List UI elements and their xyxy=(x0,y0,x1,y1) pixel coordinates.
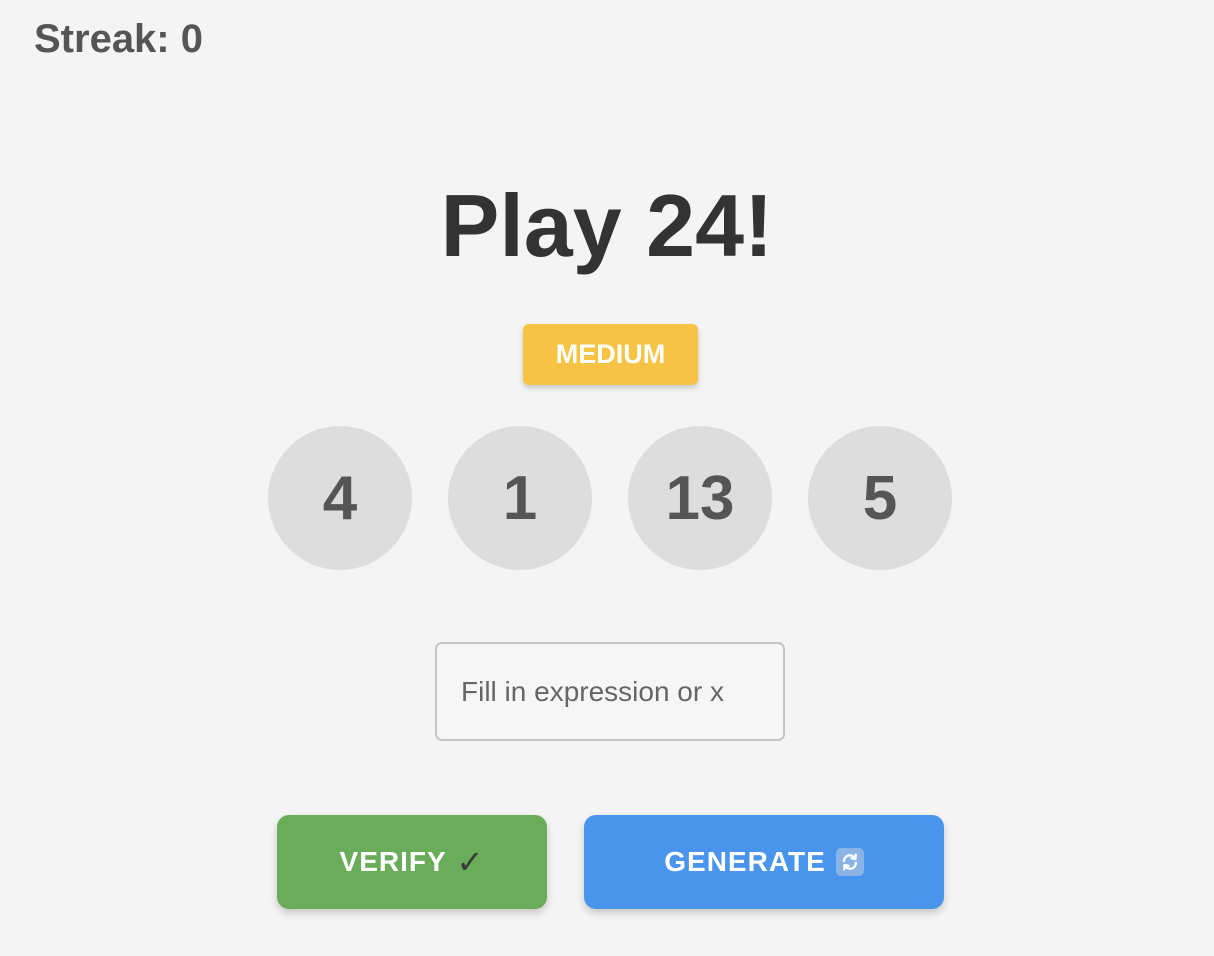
verify-button[interactable]: VERIFY ✓ xyxy=(277,815,547,909)
difficulty-badge: MEDIUM xyxy=(523,324,698,385)
number-card: 4 xyxy=(268,426,412,570)
number-card: 13 xyxy=(628,426,772,570)
number-card: 1 xyxy=(448,426,592,570)
refresh-icon xyxy=(835,848,864,876)
page-title: Play 24! xyxy=(440,176,774,275)
number-card: 5 xyxy=(808,426,952,570)
generate-button-label: GENERATE xyxy=(664,846,826,877)
streak-counter: Streak: 0 xyxy=(34,17,203,61)
expression-input[interactable] xyxy=(435,642,785,741)
generate-button[interactable]: GENERATE xyxy=(584,815,944,909)
verify-button-label: VERIFY xyxy=(339,846,447,877)
check-mark-icon: ✓ xyxy=(456,844,485,880)
number-cards: 4 1 13 5 xyxy=(268,426,952,570)
